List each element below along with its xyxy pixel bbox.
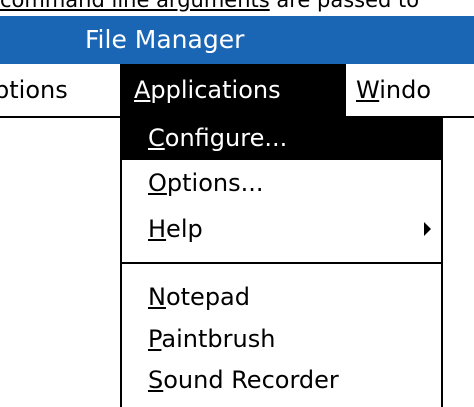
menu-item-options-label: ptions... [166, 169, 264, 197]
applications-dropdown-menu: Configure... Options... Help Notepad Pai… [120, 116, 443, 407]
menu-item-sound-recorder-accel: S [148, 366, 164, 394]
menu-item-help-label: elp [166, 215, 203, 243]
menu-item-notepad[interactable]: Notepad [122, 277, 441, 317]
menu-item-sound-recorder-label: ound Recorder [163, 366, 339, 394]
menu-item-sound-recorder[interactable]: Sound Recorder [122, 360, 441, 400]
menu-item-notepad-accel: N [148, 283, 166, 311]
menu-options[interactable]: ptions [0, 64, 68, 116]
submenu-arrow-icon [424, 222, 431, 236]
menu-bar: ptions Applications Windo [0, 64, 474, 118]
document-text: are passed to [269, 0, 420, 12]
menu-item-configure-label: onfigure... [164, 124, 288, 152]
menu-item-notepad-label: otepad [165, 283, 250, 311]
document-text-line: command line arguments are passed to [0, 0, 474, 16]
menu-applications-label: pplications [150, 76, 281, 104]
menu-item-configure-accel: C [148, 124, 165, 152]
command-line-arguments-link[interactable]: command line arguments [0, 0, 270, 12]
menu-item-help-accel: H [148, 215, 167, 243]
menu-item-configure[interactable]: Configure... [122, 116, 441, 160]
menu-item-paintbrush-accel: P [148, 325, 162, 353]
menu-item-options-accel: O [148, 169, 167, 197]
window-title: File Manager [85, 25, 245, 54]
menu-window-accel: W [356, 76, 380, 104]
menu-separator [122, 262, 441, 264]
menu-window-label: indo [379, 76, 431, 104]
menu-window[interactable]: Windo [356, 64, 431, 116]
menu-applications-accel: A [134, 76, 151, 104]
menu-item-help[interactable]: Help [122, 209, 441, 249]
menu-item-paintbrush-label: aintbrush [161, 325, 276, 353]
menu-applications[interactable]: Applications [120, 64, 346, 116]
window-titlebar[interactable]: File Manager [0, 16, 474, 64]
menu-item-options[interactable]: Options... [122, 163, 441, 203]
menu-item-paintbrush[interactable]: Paintbrush [122, 319, 441, 359]
